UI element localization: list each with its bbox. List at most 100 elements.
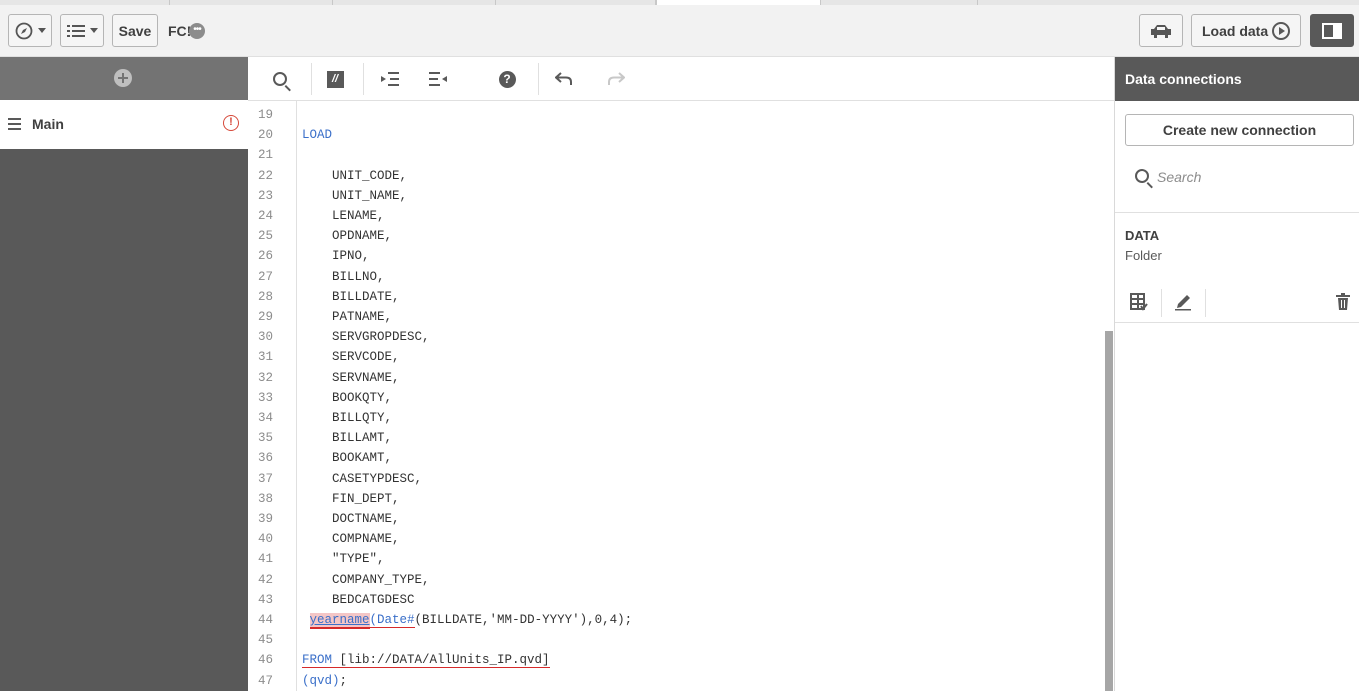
redo-icon	[608, 72, 625, 85]
error-icon: !	[223, 115, 239, 131]
sections-sidebar: Main !	[0, 57, 248, 691]
code-line[interactable]: 36 BOOKAMT,	[248, 448, 1103, 468]
outdent-icon	[429, 72, 447, 86]
code-line[interactable]: 45	[248, 630, 1103, 650]
undo-icon	[555, 72, 572, 85]
help-button[interactable]: ?	[495, 67, 519, 91]
debug-button[interactable]	[1139, 14, 1183, 47]
save-button[interactable]: Save	[112, 14, 158, 47]
top-toolbar: Save FC! ••• Load data	[0, 5, 1359, 57]
plus-circle-icon[interactable]	[114, 69, 132, 87]
code-line[interactable]: 24 LENAME,	[248, 206, 1103, 226]
indent-icon	[381, 72, 399, 86]
comment-button[interactable]: //	[323, 67, 347, 91]
line-number: 34	[258, 411, 274, 425]
code-line[interactable]: 47 (qvd);	[248, 671, 1103, 691]
load-data-button[interactable]: Load data	[1191, 14, 1301, 47]
line-number: 45	[258, 633, 274, 648]
outdent-button[interactable]	[426, 67, 450, 91]
code-line[interactable]: 34 BILLQTY,	[248, 408, 1103, 428]
code-line[interactable]: 35 BILLAMT,	[248, 428, 1103, 448]
code-line[interactable]: 44 yearname(Date#(BILLDATE,'MM-DD-YYYY')…	[248, 610, 1103, 630]
toolbar-divider	[311, 63, 312, 95]
line-number: 26	[258, 249, 274, 264]
code-line[interactable]: 21	[248, 145, 1103, 165]
code-line[interactable]: 27 BILLNO,	[248, 267, 1103, 287]
sidebar-item-main[interactable]: Main !	[0, 100, 248, 149]
code-token: [lib://DATA/AllUnits_IP.qvd]	[332, 653, 550, 669]
code-line[interactable]: 46 FROM [lib://DATA/AllUnits_IP.qvd]	[248, 650, 1103, 670]
editor-menu-button[interactable]	[60, 14, 104, 47]
edit-connection-button[interactable]	[1173, 292, 1193, 312]
code-line[interactable]: 40 COMPNAME,	[248, 529, 1103, 549]
indent-button[interactable]	[378, 67, 402, 91]
code-line[interactable]: 20 LOAD	[248, 125, 1103, 145]
sidebar-header	[0, 57, 248, 100]
code-text: DOCTNAME,	[302, 512, 400, 526]
line-number: 35	[258, 431, 274, 446]
data-connections-panel: Data connections Create new connection D…	[1114, 57, 1359, 691]
code-text: LENAME,	[302, 209, 385, 223]
line-number: 30	[258, 330, 274, 345]
code-line[interactable]: 28 BILLDATE,	[248, 287, 1103, 307]
code-line[interactable]: 29 PATNAME,	[248, 307, 1103, 327]
code-line[interactable]: 19	[248, 105, 1103, 125]
connection-name: DATA	[1125, 228, 1160, 243]
line-number: 41	[258, 552, 274, 567]
app-menu-icon[interactable]: •••	[189, 23, 205, 39]
line-number: 19	[258, 108, 274, 122]
line-number: 46	[258, 653, 274, 668]
create-new-connection-button[interactable]: Create new connection	[1125, 114, 1354, 146]
list-icon	[66, 24, 85, 37]
navigation-menu-button[interactable]	[8, 14, 52, 47]
code-line[interactable]: 39 DOCTNAME,	[248, 509, 1103, 529]
code-text: "TYPE",	[302, 552, 385, 567]
code-text: BILLQTY,	[302, 411, 393, 425]
toolbar-divider	[538, 63, 539, 95]
search-button[interactable]	[268, 67, 292, 91]
line-number: 22	[258, 168, 274, 183]
code-line[interactable]: 42 COMPANY_TYPE,	[248, 570, 1103, 590]
drag-handle-icon[interactable]	[8, 118, 21, 130]
code-text: BILLAMT,	[302, 431, 393, 446]
code-line[interactable]: 23 UNIT_NAME,	[248, 186, 1103, 206]
vertical-scrollbar[interactable]	[1105, 331, 1113, 691]
redo-button[interactable]	[604, 67, 628, 91]
code-line[interactable]: 22 UNIT_CODE,	[248, 166, 1103, 186]
code-line[interactable]: 38 FIN_DEPT,	[248, 489, 1103, 509]
delete-connection-button[interactable]	[1333, 292, 1353, 312]
code-line[interactable]: 43 BEDCATGDESC	[248, 590, 1103, 610]
help-icon: ?	[498, 70, 516, 88]
line-number: 39	[258, 512, 274, 526]
code-text: PATNAME,	[302, 310, 393, 324]
editor-toolbar: // ?	[248, 57, 1114, 101]
line-number: 24	[258, 209, 274, 223]
line-number: 37	[258, 471, 274, 486]
code-token: ;	[339, 673, 348, 688]
line-number: 44	[258, 613, 274, 627]
code-line[interactable]: 30 SERVGROPDESC,	[248, 327, 1103, 347]
select-data-button[interactable]	[1129, 292, 1149, 312]
code-text: BILLNO,	[302, 269, 385, 284]
app-title: FC!	[168, 23, 192, 39]
line-number: 20	[258, 128, 274, 143]
code-line[interactable]: 37 CASETYPDESC,	[248, 469, 1103, 489]
toggle-panel-button[interactable]	[1310, 14, 1354, 47]
code-text: BILLDATE,	[302, 289, 400, 304]
code-line[interactable]: 41 "TYPE",	[248, 549, 1103, 569]
code-text: BOOKQTY,	[302, 390, 393, 405]
code-line[interactable]: 32 SERVNAME,	[248, 368, 1103, 388]
code-line[interactable]: 26 IPNO,	[248, 246, 1103, 266]
code-text: IPNO,	[302, 249, 370, 264]
connections-search-input[interactable]	[1157, 165, 1347, 189]
code-line[interactable]: 25 OPDNAME,	[248, 226, 1103, 246]
undo-button[interactable]	[552, 67, 576, 91]
keyword-token: (qvd)	[302, 673, 340, 688]
script-editor: // ? 19 20 LOAD 21 22 UNIT_CODE, 23 UNIT…	[248, 57, 1114, 691]
code-text: SERVNAME,	[302, 370, 400, 385]
code-line[interactable]: 33 BOOKQTY,	[248, 388, 1103, 408]
code-text: CASETYPDESC,	[302, 471, 423, 486]
code-area[interactable]: 19 20 LOAD 21 22 UNIT_CODE, 23 UNIT_NAME, 24 L…	[248, 101, 1114, 691]
code-line[interactable]: 31 SERVCODE,	[248, 347, 1103, 367]
